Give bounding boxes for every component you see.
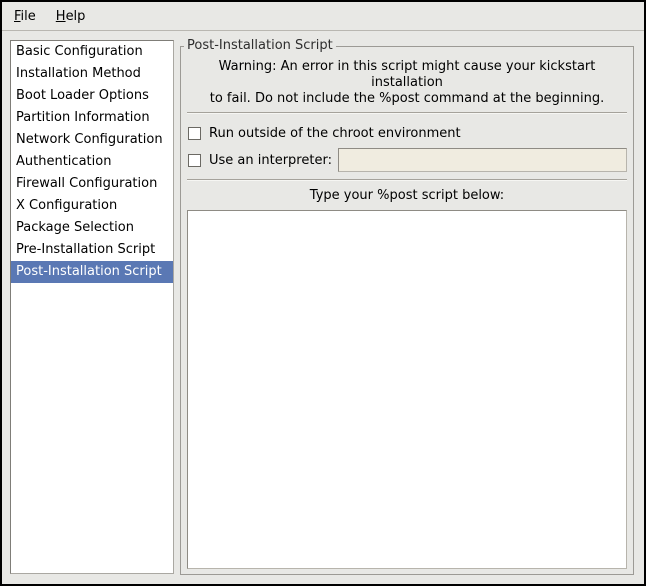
section-list: Basic Configuration Installation Method … <box>10 40 174 574</box>
script-area-label: Type your %post script below: <box>187 188 627 204</box>
sidebar-item-authentication[interactable]: Authentication <box>11 151 173 173</box>
use-interpreter-label: Use an interpreter: <box>209 153 332 168</box>
interpreter-checkbox-row[interactable]: Use an interpreter: <box>187 148 627 172</box>
sidebar-item-partition-information[interactable]: Partition Information <box>11 107 173 129</box>
separator <box>187 179 627 181</box>
sidebar-item-firewall-configuration[interactable]: Firewall Configuration <box>11 173 173 195</box>
sidebar-item-boot-loader-options[interactable]: Boot Loader Options <box>11 85 173 107</box>
menu-file[interactable]: File <box>4 5 46 28</box>
frame-title: Post-Installation Script <box>184 38 336 54</box>
kickstart-configurator-window: File Help Basic Configuration Installati… <box>0 0 646 586</box>
run-outside-chroot-checkbox[interactable] <box>188 127 201 140</box>
sidebar-item-pre-installation-script[interactable]: Pre-Installation Script <box>11 239 173 261</box>
sidebar-item-x-configuration[interactable]: X Configuration <box>11 195 173 217</box>
run-outside-chroot-label: Run outside of the chroot environment <box>209 126 461 141</box>
post-installation-script-frame: Post-Installation Script Warning: An err… <box>180 46 634 575</box>
sidebar-item-post-installation-script[interactable]: Post-Installation Script <box>11 261 173 283</box>
sidebar-item-network-configuration[interactable]: Network Configuration <box>11 129 173 151</box>
sidebar-item-installation-method[interactable]: Installation Method <box>11 63 173 85</box>
sidebar-item-basic-configuration[interactable]: Basic Configuration <box>11 41 173 63</box>
sidebar-item-package-selection[interactable]: Package Selection <box>11 217 173 239</box>
menu-file-label: File <box>14 9 36 24</box>
separator <box>187 112 627 114</box>
use-interpreter-checkbox[interactable] <box>188 154 201 167</box>
menu-help-label: Help <box>56 9 86 24</box>
menu-help[interactable]: Help <box>46 5 96 28</box>
menubar: File Help <box>2 2 644 31</box>
chroot-checkbox-row[interactable]: Run outside of the chroot environment <box>187 124 627 142</box>
warning-text: Warning: An error in this script might c… <box>187 59 627 107</box>
interpreter-input[interactable] <box>338 148 627 172</box>
post-script-textarea[interactable] <box>187 210 627 569</box>
